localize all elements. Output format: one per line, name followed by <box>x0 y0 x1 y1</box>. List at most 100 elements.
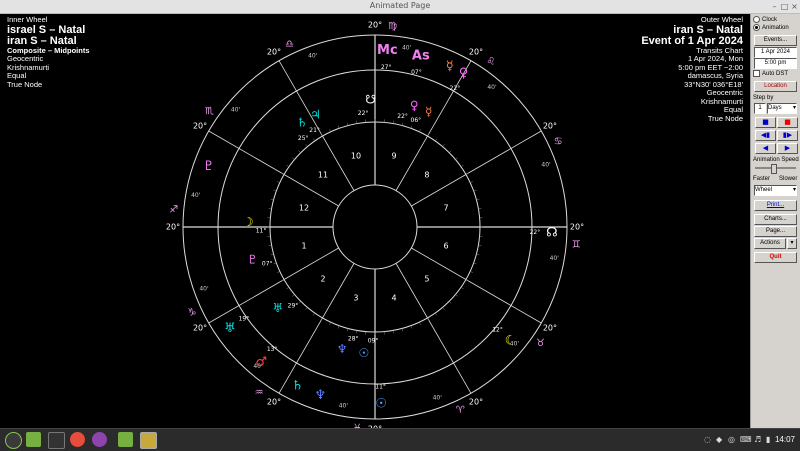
window-titlebar: Animated Page – □ × <box>0 0 800 14</box>
actions-button[interactable]: Actions <box>754 238 786 249</box>
degree-tick <box>442 307 444 309</box>
folder-icon-2[interactable] <box>118 432 133 447</box>
time-field[interactable]: 5:00 pm <box>754 58 797 69</box>
maximize-icon[interactable]: □ <box>780 2 789 11</box>
degree-tick <box>461 165 463 167</box>
cusp-degree-label: 20° <box>267 48 281 57</box>
cusp-minute-label: 40' <box>541 161 551 168</box>
quit-button[interactable]: Quit <box>754 252 797 263</box>
inner-planet-glyph: ♃ <box>310 107 321 121</box>
degree-tick <box>466 173 469 175</box>
inner-planet-degree: 06° <box>411 117 422 124</box>
inner-planet-glyph: ☋ <box>365 93 376 107</box>
degree-tick <box>321 318 323 321</box>
house-number: 6 <box>443 242 448 251</box>
step-forward-icon: ▶ <box>785 144 790 152</box>
stop-button[interactable]: ■ <box>777 117 798 128</box>
skip-forward-button[interactable]: ▮▶ <box>777 130 798 141</box>
outer-planet-glyph: ♄ <box>292 379 304 394</box>
degree-tick <box>411 326 412 329</box>
inner-planet-degree: 28° <box>348 335 359 342</box>
step-back-button[interactable]: ◀ <box>755 143 776 154</box>
skip-back-button[interactable]: ◀▮ <box>755 130 776 141</box>
location-button[interactable]: Location <box>754 81 797 92</box>
volume-icon[interactable]: ♬ <box>754 435 761 444</box>
slower-label: Slower <box>779 176 797 182</box>
step-unit-label: Days <box>768 105 782 111</box>
menu-icon[interactable] <box>5 432 22 449</box>
checkbox-icon[interactable] <box>753 70 760 77</box>
step-value-field[interactable]: 1 <box>754 103 766 114</box>
terminal-icon[interactable] <box>48 432 65 449</box>
cusp-sign-label: ♎ <box>285 39 294 50</box>
cusp-degree-label: 20° <box>193 122 207 131</box>
degree-tick <box>435 313 437 315</box>
cusp-degree-label: 20° <box>543 122 557 131</box>
degree-tick <box>277 271 280 272</box>
wheel-select[interactable]: Wheel▾ <box>754 185 797 196</box>
cusp-sign-label: ♏ <box>205 106 214 117</box>
window-title: Animated Page <box>0 1 800 10</box>
speed-slider-handle[interactable] <box>771 164 777 174</box>
house-number: 12 <box>299 203 309 212</box>
network-icon[interactable]: ◎ <box>728 435 735 444</box>
step-label: Step by <box>753 95 773 101</box>
degree-tick <box>470 271 473 272</box>
radio-animation-icon[interactable] <box>753 24 760 31</box>
inner-planet-glyph: ☽ <box>243 215 254 229</box>
house-number: 3 <box>353 293 358 302</box>
taskbar-clock: 14:07 <box>775 435 795 444</box>
cusp-sign-label: ♉ <box>536 338 545 349</box>
skip-back-icon: ◀▮ <box>761 131 770 139</box>
degree-tick <box>435 139 437 141</box>
speed-label: Animation Speed <box>753 157 799 163</box>
radio-clock-icon[interactable] <box>753 16 760 23</box>
shield-icon[interactable]: ◆ <box>716 435 722 444</box>
cusp-sign-label: ♐ <box>169 204 178 215</box>
degree-tick <box>478 208 481 209</box>
faster-label: Faster <box>753 176 770 182</box>
outer-planet-degree: 07° <box>411 69 422 76</box>
print-button[interactable]: Print... <box>754 200 797 211</box>
degree-tick <box>329 129 330 132</box>
folder-icon[interactable] <box>26 432 41 447</box>
date-field[interactable]: 1 Apr 2024 <box>754 47 797 58</box>
step-forward-button[interactable]: ▶ <box>777 143 798 154</box>
house-cusp-line <box>411 131 541 206</box>
minimize-icon[interactable]: – <box>770 2 779 11</box>
degree-tick <box>428 318 430 321</box>
degree-tick <box>356 121 357 124</box>
degree-tick <box>271 254 274 255</box>
degree-tick <box>455 158 457 160</box>
astrology-wheel[interactable]: 20°♐40'20°♑40'20°♒40'20°♓40'20°♈40'20°♉4… <box>0 14 750 428</box>
auto-dst-checkbox[interactable]: Auto DST <box>753 70 788 77</box>
cusp-degree-label: 20° <box>368 21 382 30</box>
step-unit-select[interactable]: Days▾ <box>767 103 797 114</box>
house-cusp-line <box>411 248 541 323</box>
outer-planet-degree: 11° <box>375 383 386 390</box>
inner-planet-glyph: ♅ <box>272 301 283 315</box>
astrology-app-icon[interactable] <box>140 432 157 449</box>
degree-tick <box>356 330 357 333</box>
actions-dropdown-button[interactable]: ▾ <box>787 238 797 249</box>
keyboard-icon[interactable]: ⌨ <box>740 435 752 444</box>
close-icon[interactable]: × <box>790 2 799 11</box>
app-icon-2[interactable] <box>92 432 107 447</box>
app-icon[interactable] <box>70 432 85 447</box>
radio-clock[interactable]: Clock <box>753 16 777 23</box>
outer-planet-degree: 22° <box>450 85 461 92</box>
record-button[interactable]: ■ <box>755 117 776 128</box>
page-button[interactable]: Page... <box>754 226 797 237</box>
bluetooth-icon[interactable]: ◌ <box>704 435 711 444</box>
cusp-degree-label: 20° <box>166 223 180 232</box>
chevron-down-icon: ▾ <box>793 186 796 195</box>
battery-icon[interactable]: ▮ <box>766 435 770 444</box>
charts-button[interactable]: Charts... <box>754 214 797 225</box>
taskbar: ◌ ◆ ◎ ⌨ ♬ ▮ 14:07 <box>0 428 800 451</box>
record-icon: ■ <box>762 118 769 126</box>
inner-planet-degree: 21° <box>309 127 320 134</box>
degree-tick <box>269 208 272 209</box>
events-button[interactable]: Events... <box>754 35 797 46</box>
radio-animation[interactable]: Animation <box>753 24 789 31</box>
degree-tick <box>306 144 308 146</box>
